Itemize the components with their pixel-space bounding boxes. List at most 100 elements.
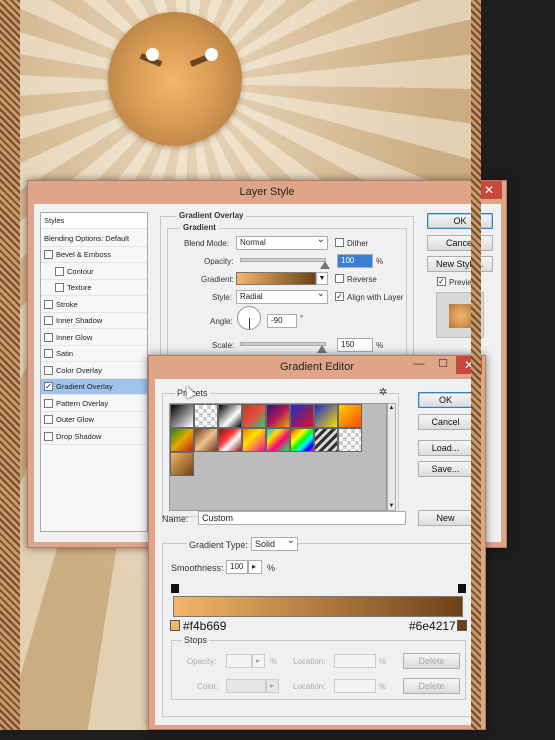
stop-opacity-delete-button[interactable]: Delete: [403, 653, 460, 669]
style-item[interactable]: ✓ Gradient Overlay: [41, 379, 147, 395]
new-style-button[interactable]: New Style...: [427, 256, 493, 272]
stop-opacity-location-input[interactable]: [334, 654, 376, 668]
color-stop-right[interactable]: [457, 620, 467, 631]
preset-swatch[interactable]: [194, 404, 218, 428]
preset-swatch[interactable]: [170, 452, 194, 476]
preset-swatch[interactable]: [338, 404, 362, 428]
maximize-icon[interactable]: ☐: [431, 356, 455, 374]
gradient-ball-character: [108, 12, 242, 146]
gradient-picker-swatch[interactable]: [236, 272, 316, 285]
preset-swatch[interactable]: [338, 428, 362, 452]
style-item[interactable]: Pattern Overlay: [41, 396, 147, 412]
gradient-dropdown-arrow[interactable]: ▼: [316, 272, 328, 285]
style-item-checkbox[interactable]: [44, 316, 53, 325]
layer-style-cancel-button[interactable]: Cancel: [427, 235, 493, 251]
presets-gear-icon[interactable]: ✲: [379, 387, 387, 398]
gradient-editor-titlebar[interactable]: Gradient Editor — ☐ ✕: [149, 356, 485, 378]
preset-swatch[interactable]: [170, 404, 194, 428]
preset-swatch[interactable]: [266, 404, 290, 428]
angle-input[interactable]: -90: [267, 314, 297, 328]
scale-slider-thumb[interactable]: [317, 345, 327, 353]
stop-color-location-input[interactable]: [334, 679, 376, 693]
stop-color-swatch[interactable]: [226, 679, 266, 693]
style-item-checkbox[interactable]: [44, 365, 53, 375]
style-item-label: Inner Glow: [56, 332, 93, 342]
style-item[interactable]: Satin: [41, 346, 147, 362]
style-item[interactable]: Stroke: [41, 297, 147, 313]
stop-opacity-input[interactable]: [226, 654, 252, 668]
smoothness-percent: %: [267, 563, 276, 573]
stop-color-arrow[interactable]: ▸: [266, 679, 279, 693]
style-item-checkbox[interactable]: [44, 431, 53, 441]
gradient-cancel-button[interactable]: Cancel: [418, 414, 473, 430]
dither-checkbox[interactable]: [335, 238, 344, 247]
style-item[interactable]: Texture: [41, 280, 147, 296]
styles-header[interactable]: Styles: [41, 213, 147, 229]
presets-scrollbar[interactable]: ▲ ▼: [387, 403, 396, 511]
preset-swatch[interactable]: [218, 428, 242, 452]
style-item-checkbox[interactable]: [44, 398, 53, 408]
preset-swatch[interactable]: [314, 404, 338, 428]
style-item-checkbox[interactable]: [55, 283, 64, 292]
style-item[interactable]: Inner Shadow: [41, 313, 147, 329]
scroll-up-icon[interactable]: ▲: [388, 404, 395, 412]
preset-swatch[interactable]: [242, 428, 266, 452]
color-stop-left[interactable]: [170, 620, 180, 631]
align-with-layer-checkbox[interactable]: ✓: [335, 292, 344, 301]
smoothness-input[interactable]: 100: [226, 560, 248, 574]
gradient-label: Gradient:: [201, 275, 234, 284]
style-item-checkbox[interactable]: [55, 266, 64, 276]
preset-swatch[interactable]: [242, 404, 266, 428]
style-item[interactable]: Color Overlay: [41, 363, 147, 379]
gradient-type-select[interactable]: Solid: [251, 537, 298, 551]
style-item-checkbox[interactable]: [44, 415, 53, 424]
name-label: Name:: [162, 514, 189, 524]
style-item-checkbox[interactable]: [44, 299, 53, 309]
new-gradient-button[interactable]: New: [418, 510, 473, 526]
preset-swatch[interactable]: [218, 404, 242, 428]
style-item-checkbox[interactable]: ✓: [44, 382, 53, 391]
layer-style-titlebar[interactable]: Layer Style ✕: [28, 181, 506, 203]
style-select[interactable]: Radial: [236, 290, 328, 304]
angle-dial[interactable]: [237, 306, 261, 330]
gradient-preview-bar[interactable]: [173, 596, 463, 617]
name-input[interactable]: Custom: [198, 511, 406, 525]
stop-opacity-arrow[interactable]: ▸: [252, 654, 265, 668]
save-button[interactable]: Save...: [418, 461, 473, 477]
style-item[interactable]: Inner Glow: [41, 330, 147, 346]
scroll-down-icon[interactable]: ▼: [388, 502, 395, 510]
gradient-ok-button[interactable]: OK: [418, 392, 473, 408]
minimize-icon[interactable]: —: [407, 356, 431, 374]
scale-input[interactable]: 150: [337, 338, 373, 352]
style-item[interactable]: Bevel & Emboss: [41, 247, 147, 263]
blend-mode-select[interactable]: Normal: [236, 236, 328, 250]
opacity-stop-left[interactable]: [171, 584, 179, 593]
opacity-slider[interactable]: [240, 258, 326, 262]
right-color-hex: #6e4217: [409, 619, 456, 633]
style-item-checkbox[interactable]: [44, 332, 53, 342]
preset-swatch[interactable]: [314, 428, 338, 452]
opacity-slider-thumb[interactable]: [320, 261, 330, 269]
preset-swatch[interactable]: [290, 428, 314, 452]
left-eye: [146, 48, 159, 61]
layer-style-ok-button[interactable]: OK: [427, 213, 493, 229]
blending-options-item[interactable]: Blending Options: Default: [41, 231, 147, 247]
preview-checkbox[interactable]: ✓: [437, 277, 446, 286]
style-item[interactable]: Outer Glow: [41, 412, 147, 428]
style-item[interactable]: Drop Shadow: [41, 429, 147, 445]
style-item-checkbox[interactable]: [44, 250, 53, 259]
load-button[interactable]: Load...: [418, 440, 473, 456]
style-item[interactable]: Contour: [41, 264, 147, 280]
preset-swatch[interactable]: [290, 404, 314, 428]
preset-swatch[interactable]: [194, 428, 218, 452]
stop-color-delete-button[interactable]: Delete: [403, 678, 460, 694]
opacity-stop-right[interactable]: [458, 584, 466, 593]
preset-swatch[interactable]: [266, 428, 290, 452]
angle-degree: °: [300, 314, 304, 323]
reverse-checkbox[interactable]: [335, 274, 344, 283]
scale-slider[interactable]: [240, 342, 326, 346]
preset-swatch[interactable]: [170, 428, 194, 452]
style-item-checkbox[interactable]: [44, 349, 53, 358]
smoothness-arrow-button[interactable]: ▸: [248, 560, 262, 574]
opacity-input[interactable]: 100: [337, 254, 373, 268]
